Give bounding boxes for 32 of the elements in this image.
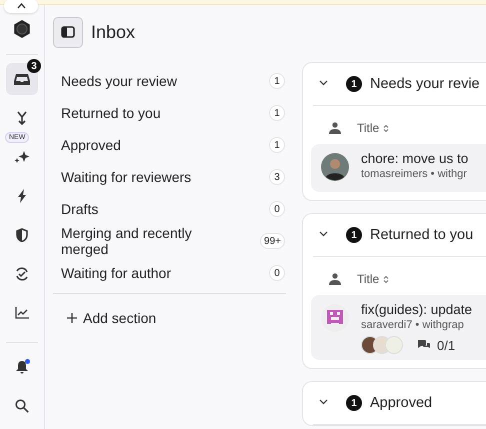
- section-title: Needs your revie: [370, 76, 480, 92]
- section-link[interactable]: Waiting for reviewers: [61, 169, 192, 185]
- pull-request-meta: saraverdi7 • withgrap: [361, 318, 465, 333]
- count-badge: 0: [269, 201, 285, 217]
- count-badge: 1: [269, 137, 285, 153]
- count-badge: 99+: [260, 233, 285, 249]
- title-column-header[interactable]: Title: [357, 272, 390, 286]
- count-badge: 1: [269, 73, 285, 89]
- section-title: Returned to you: [370, 227, 474, 243]
- pull-request-meta: tomasreimers • withgr: [361, 167, 468, 182]
- page-title: Inbox: [91, 22, 136, 42]
- pull-request-title: fix(guides): update: [361, 301, 472, 318]
- count-badge: 0: [269, 265, 285, 281]
- count-badge: 1: [269, 105, 285, 121]
- title-column-header[interactable]: Title: [357, 121, 390, 135]
- count-badge: 3: [269, 169, 285, 185]
- section-link[interactable]: Approved: [61, 137, 121, 153]
- count-badge: 1: [346, 76, 362, 92]
- count-badge: 3: [27, 59, 41, 73]
- comment-count: 0/1: [437, 338, 456, 352]
- pull-request-row[interactable]: fix(guides): update saraverdi7 • withgrap 0/1: [311, 295, 486, 360]
- section-link[interactable]: Returned to you: [61, 105, 161, 121]
- add-section-button[interactable]: Add section: [67, 306, 156, 330]
- section-link[interactable]: Waiting for author: [61, 265, 171, 281]
- count-badge: 1: [346, 227, 362, 243]
- section-link[interactable]: Drafts: [61, 201, 98, 217]
- pull-request-title: chore: move us to: [361, 150, 468, 167]
- count-badge: 1: [346, 395, 362, 411]
- section-link[interactable]: Merging and recently merged: [61, 225, 241, 257]
- section-title: Approved: [370, 395, 432, 411]
- pull-request-row[interactable]: chore: move us to tomasreimers • withgr: [311, 144, 486, 192]
- section-link[interactable]: Needs your review: [61, 73, 177, 89]
